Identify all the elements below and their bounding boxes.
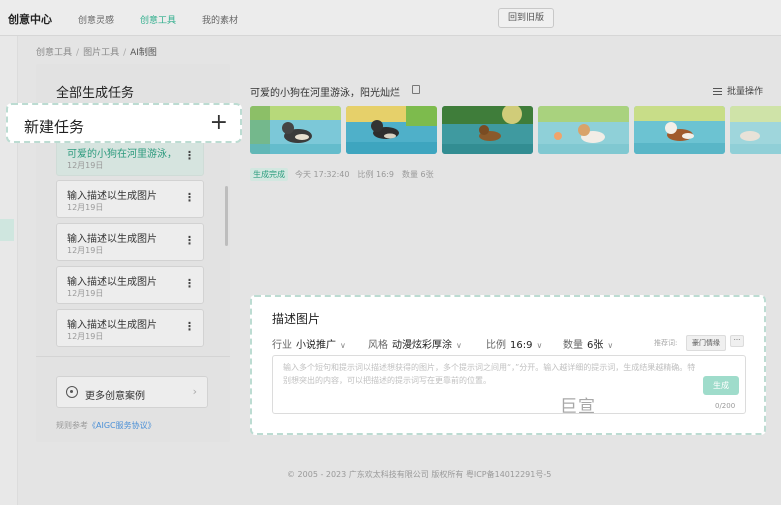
task-date: 12月19日 <box>67 203 104 212</box>
industry-select[interactable]: 行业 小说推广 ∨ <box>272 336 346 351</box>
plus-icon: + <box>209 110 228 135</box>
result-meta: 生成完成 今天 17:32:40 比例 16:9 数量 6张 <box>250 168 434 181</box>
back-to-old-version-button[interactable]: 回到旧版 <box>498 8 554 28</box>
prompt-placeholder: 输入多个短句和提示词以描述想获得的图片，多个提示词之间用“，”分开。输入越详细的… <box>283 363 696 385</box>
task-name: 可爱的小狗在河里游泳，阳光灿烂 <box>67 149 175 160</box>
task-name: 输入描述以生成图片 <box>67 320 157 331</box>
agreement-prefix: 规则参考 <box>56 421 88 430</box>
task-item[interactable]: 可爱的小狗在河里游泳，阳光灿烂 12月19日 ⋮ <box>56 138 204 176</box>
chevron-right-icon: › <box>192 385 197 398</box>
breadcrumb-creative-tools[interactable]: 创意工具 <box>36 48 72 58</box>
recommend-label: 推荐词: <box>654 339 678 347</box>
recommend-chip[interactable]: 豪门情缘 <box>686 335 726 351</box>
more-vertical-icon[interactable]: ⋮ <box>184 192 195 203</box>
style-select[interactable]: 风格 动漫炫彩厚涂 ∨ <box>368 336 462 351</box>
more-vertical-icon[interactable]: ⋮ <box>184 278 195 289</box>
more-vertical-icon[interactable]: ⋮ <box>184 150 195 161</box>
task-date: 12月19日 <box>67 161 104 170</box>
describe-title: 描述图片 <box>272 312 321 326</box>
count-label: 数量 <box>563 340 583 351</box>
industry-label: 行业 <box>272 340 292 351</box>
task-date: 12月19日 <box>67 289 104 298</box>
left-rail-active-marker <box>0 219 14 241</box>
char-count: 0/200 <box>715 402 736 410</box>
chevron-down-icon: ∨ <box>340 341 346 350</box>
breadcrumb-image-tools[interactable]: 图片工具 <box>83 48 119 58</box>
generated-image[interactable] <box>538 106 629 154</box>
generated-image[interactable] <box>250 106 341 154</box>
generated-image[interactable] <box>634 106 725 154</box>
result-time: 今天 17:32:40 <box>295 170 350 179</box>
new-task-button[interactable]: 新建任务 + <box>6 103 242 143</box>
footer-copyright: © 2005 - 2023 广东欢太科技有限公司 版权所有 粤ICP备14012… <box>287 470 552 479</box>
list-icon <box>713 88 722 95</box>
breadcrumb: 创意工具 / 图片工具 / AI制图 <box>36 48 157 58</box>
chevron-down-icon: ∨ <box>456 341 462 350</box>
task-name: 输入描述以生成图片 <box>67 234 157 245</box>
status-badge: 生成完成 <box>250 168 288 181</box>
ratio-value: 16:9 <box>510 340 533 351</box>
style-label: 风格 <box>368 340 388 351</box>
divider <box>36 356 230 357</box>
style-value: 动漫炫彩厚涂 <box>392 340 452 351</box>
chevron-down-icon: ∨ <box>536 341 543 350</box>
task-name: 输入描述以生成图片 <box>67 277 157 288</box>
chevron-down-icon: ∨ <box>607 341 614 350</box>
more-cases-label: 更多创意案例 <box>85 391 145 402</box>
watermark: 巨宣 <box>560 397 596 417</box>
describe-image-card: 描述图片 行业 小说推广 ∨ 风格 动漫炫彩厚涂 ∨ 比例 16:9 ∨ 数量 6张 ∨ 推荐词… <box>250 295 766 435</box>
task-name: 输入描述以生成图片 <box>67 191 157 202</box>
breadcrumb-ai-image: AI制图 <box>130 48 157 58</box>
more-vertical-icon[interactable]: ⋮ <box>184 235 195 246</box>
task-item[interactable]: 输入描述以生成图片 12月19日 ⋮ <box>56 309 204 347</box>
batch-label: 批量操作 <box>727 87 764 97</box>
brand-title: 创意中心 <box>8 13 52 26</box>
task-list-scrollbar[interactable] <box>225 186 228 246</box>
agreement-note: 规则参考《AIGC服务协议》 <box>56 420 156 431</box>
prompt-input[interactable]: 输入多个短句和提示词以描述想获得的图片，多个提示词之间用“，”分开。输入越详细的… <box>272 355 746 414</box>
count-value: 6张 <box>587 340 604 351</box>
nav-creative-tools[interactable]: 创意工具 <box>140 13 176 26</box>
generated-image[interactable] <box>730 106 781 154</box>
count-select[interactable]: 数量 6张 ∨ <box>563 336 613 351</box>
generated-image[interactable] <box>346 106 437 154</box>
industry-value: 小说推广 <box>296 340 336 351</box>
generated-image-strip <box>250 106 781 154</box>
generate-button[interactable]: 生成 <box>703 376 739 395</box>
batch-operation-button[interactable]: 批量操作 <box>713 84 763 97</box>
more-creative-cases-button[interactable]: 更多创意案例 › <box>56 376 208 408</box>
task-item[interactable]: 输入描述以生成图片 12月19日 ⋮ <box>56 180 204 218</box>
nav-my-materials[interactable]: 我的素材 <box>202 13 238 26</box>
result-count: 数量 6张 <box>402 170 434 179</box>
new-task-label: 新建任务 <box>24 118 85 136</box>
result-prompt: 可爱的小狗在河里游泳，阳光灿烂 <box>250 88 400 99</box>
task-item[interactable]: 输入描述以生成图片 12月19日 ⋮ <box>56 223 204 261</box>
result-ratio: 比例 16:9 <box>357 170 394 179</box>
task-date: 12月19日 <box>67 246 104 255</box>
task-panel-title: 全部生成任务 <box>56 86 135 101</box>
compass-icon <box>66 386 78 398</box>
more-vertical-icon[interactable]: ⋮ <box>184 321 195 332</box>
nav-creative-inspiration[interactable]: 创意灵感 <box>78 13 114 26</box>
recommend-more-button[interactable]: ··· <box>730 335 744 347</box>
ratio-select[interactable]: 比例 16:9 ∨ <box>486 336 542 351</box>
ratio-label: 比例 <box>486 340 506 351</box>
copy-icon[interactable] <box>412 85 420 94</box>
aigc-agreement-link[interactable]: 《AIGC服务协议》 <box>88 421 156 430</box>
top-bar: 创意中心 创意灵感 创意工具 我的素材 回到旧版 <box>0 0 781 36</box>
generated-image[interactable] <box>442 106 533 154</box>
task-date: 12月19日 <box>67 332 104 341</box>
task-item[interactable]: 输入描述以生成图片 12月19日 ⋮ <box>56 266 204 304</box>
